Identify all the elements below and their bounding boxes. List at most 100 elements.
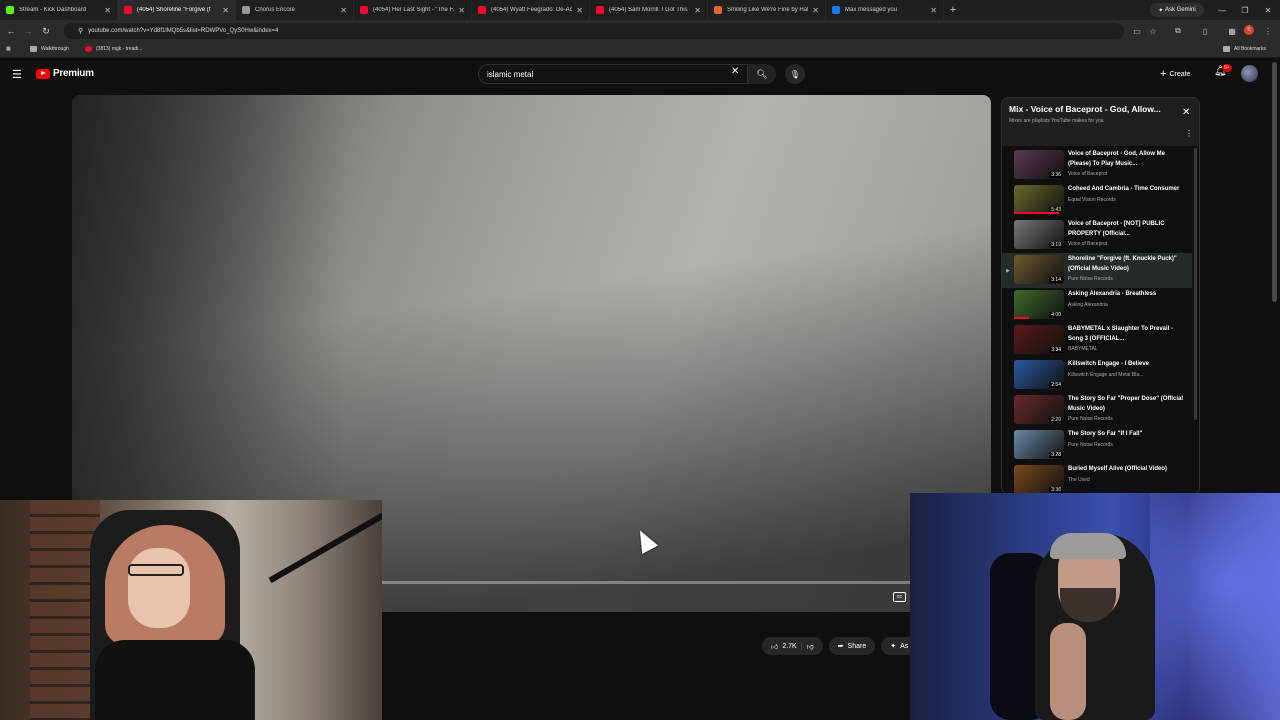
video-title[interactable]: Voice of Baceprot - God, Allow Me (Pleas…	[1068, 150, 1188, 169]
browser-tabstrip: Stream - Kick Dashboard ✕ (4054) Shoreline…	[0, 0, 1280, 20]
playlist-title[interactable]: Mix - Voice of Baceprot - God, Allow...	[1009, 104, 1179, 114]
thumbs-down-icon[interactable]: 👎︎	[807, 642, 814, 651]
channel-name: BABYMETAL	[1068, 346, 1098, 352]
captions-icon[interactable]: cc	[893, 592, 906, 602]
tab-close-icon[interactable]: ✕	[930, 6, 937, 15]
back-icon[interactable]: ←	[4, 24, 18, 38]
browser-tab[interactable]: Stream - Kick Dashboard ✕	[0, 0, 118, 20]
share-button[interactable]: ➦ Share	[828, 637, 876, 655]
video-thumbnail[interactable]: 3:28	[1014, 430, 1064, 459]
voice-search-button[interactable]: 🎙︎	[785, 64, 805, 84]
avatar[interactable]	[1241, 65, 1258, 82]
bookmark-star-icon[interactable]: ☆	[1147, 25, 1159, 37]
search-button[interactable]: 🔍︎	[748, 64, 776, 84]
new-tab-icon[interactable]: +	[944, 4, 962, 16]
minimize-icon[interactable]: —	[1211, 0, 1233, 20]
browser-tab[interactable]: (4054) Shoreline "Forgive (f ✕	[118, 0, 236, 20]
maximize-icon[interactable]: ❐	[1234, 0, 1256, 20]
video-title[interactable]: Coheed And Cambria - Time Consumer	[1068, 185, 1188, 195]
tab-close-icon[interactable]: ✕	[812, 6, 819, 15]
video-thumbnail[interactable]: 3:36	[1014, 150, 1064, 179]
close-window-icon[interactable]: ✕	[1257, 0, 1279, 20]
menu-tabs-icon[interactable]: ▦	[1226, 25, 1238, 37]
profile-icon[interactable]: 6	[1244, 25, 1254, 35]
kebab-menu-icon[interactable]: ⋮	[1262, 25, 1274, 37]
close-icon[interactable]: ✕	[1182, 107, 1190, 118]
youtube-premium-logo[interactable]: Premium	[36, 68, 94, 79]
more-options-icon[interactable]: ⋮	[1185, 129, 1193, 138]
video-title[interactable]: Shoreline "Forgive (ft. Knuckle Puck)" (…	[1068, 255, 1188, 274]
browser-tab[interactable]: Chorus Encore ✕	[236, 0, 354, 20]
channel-name: Voice of Baceprot	[1068, 241, 1108, 247]
bookmark-mgk[interactable]: (3813) mgk - treadi...	[85, 46, 142, 52]
video-title[interactable]: Killswitch Engage - I Believe	[1068, 360, 1188, 370]
video-title[interactable]: Buried Myself Alive (Official Video)	[1068, 465, 1188, 475]
bookmarks-bar: ▦ Walkthrough (3813) mgk - treadi... All…	[0, 42, 1280, 58]
sidepanel-icon[interactable]: ▯	[1199, 25, 1211, 37]
video-thumbnail[interactable]: 4:00	[1014, 290, 1064, 319]
playlist-item[interactable]: 2:54 Killswitch Engage - I Believe Killswi…	[1002, 358, 1192, 393]
extensions-icon[interactable]: ⧉	[1172, 25, 1184, 37]
video-thumbnail[interactable]: 3:36	[1014, 465, 1064, 494]
video-thumbnail[interactable]: 5:43	[1014, 185, 1064, 214]
plus-icon: +	[1160, 68, 1167, 80]
video-thumbnail[interactable]: 3:34	[1014, 325, 1064, 354]
apps-icon[interactable]: ▦	[6, 46, 11, 52]
bookmark-walkthrough[interactable]: Walkthrough	[30, 46, 69, 52]
playlist-item[interactable]: 5:43 Coheed And Cambria - Time Consumer Eq…	[1002, 183, 1192, 218]
folder-icon	[30, 46, 37, 52]
playlist-item[interactable]: ▶ 3:14 Shoreline "Forgive (ft. Knuckle Puc…	[1002, 253, 1192, 288]
duration-badge: 3:14	[1049, 277, 1063, 283]
playlist-item[interactable]: 3:36 Voice of Baceprot - God, Allow Me (P…	[1002, 148, 1192, 183]
ask-gemini-button[interactable]: ✦ Ask Gemini	[1150, 3, 1204, 17]
video-title[interactable]: Asking Alexandria - Breathless	[1068, 290, 1188, 300]
reload-icon[interactable]: ↻	[39, 24, 53, 38]
youtube-header: ☰ Premium islamic metal ✕ 🔍︎ 🎙︎ + Create …	[0, 58, 1280, 92]
video-title[interactable]: The Story So Far "If I Fall"	[1068, 430, 1188, 440]
browser-tab[interactable]: Smiling Like We're Fine by Hal ✕	[708, 0, 826, 20]
cast-icon[interactable]: ▭	[1131, 25, 1143, 37]
tab-close-icon[interactable]: ✕	[458, 6, 465, 15]
action-buttons: 👍︎ 2.7K | 👎︎ ➦ Share ✦ As	[762, 637, 918, 657]
video-title[interactable]: The Story So Far "Proper Dose" (Official…	[1068, 395, 1188, 414]
browser-tab[interactable]: Max messaged you ✕	[826, 0, 944, 20]
playlist-item[interactable]: 3:19 Voice of Baceprot - [NOT] PUBLIC PRO…	[1002, 218, 1192, 253]
video-thumbnail[interactable]: 2:20	[1014, 395, 1064, 424]
tab-close-icon[interactable]: ✕	[576, 6, 583, 15]
playlist-item[interactable]: 3:34 BABYMETAL x Slaughter To Prevail - S…	[1002, 323, 1192, 358]
playlist-item[interactable]: 3:28 The Story So Far "If I Fall" Pure Noi…	[1002, 428, 1192, 463]
all-bookmarks[interactable]: All Bookmarks	[1223, 46, 1266, 52]
tab-label: (4054) Wyatt Feegrado: De-Acc	[491, 7, 573, 13]
page-scrollbar[interactable]	[1272, 62, 1277, 302]
duration-badge: 3:28	[1049, 452, 1063, 458]
mic-arm	[268, 502, 382, 584]
tab-close-icon[interactable]: ✕	[694, 6, 701, 15]
playlist-item[interactable]: 2:20 The Story So Far "Proper Dose" (Offi…	[1002, 393, 1192, 428]
clear-search-icon[interactable]: ✕	[731, 66, 739, 77]
playlist-item[interactable]: 4:00 Asking Alexandria - Breathless Asking…	[1002, 288, 1192, 323]
browser-tab[interactable]: (4054) Wyatt Feegrado: De-Acc ✕	[472, 0, 590, 20]
playlist-subtitle: Mixes are playlists YouTube makes for yo…	[1009, 118, 1104, 124]
video-title[interactable]: Voice of Baceprot - [NOT] PUBLIC PROPERT…	[1068, 220, 1188, 239]
browser-tab[interactable]: (4054) Sam Morrill: I Got This - ✕	[590, 0, 708, 20]
search-input[interactable]: islamic metal	[478, 64, 748, 84]
address-bar-row: ← → ↻ ⚲ youtube.com/watch?v=Yd8f1lMQb5s&l…	[0, 20, 1280, 42]
tab-close-icon[interactable]: ✕	[104, 6, 111, 15]
playlist-scrollbar[interactable]	[1194, 148, 1197, 420]
video-title[interactable]: BABYMETAL x Slaughter To Prevail - Song …	[1068, 325, 1188, 344]
like-button[interactable]: 👍︎ 2.7K | 👎︎	[762, 637, 823, 655]
video-thumbnail[interactable]: 2:54	[1014, 360, 1064, 389]
playlist-item[interactable]: 3:36 Buried Myself Alive (Official Video)…	[1002, 463, 1192, 494]
tab-close-icon[interactable]: ✕	[340, 6, 347, 15]
video-thumbnail[interactable]: 3:19	[1014, 220, 1064, 249]
hamburger-menu-icon[interactable]: ☰	[12, 68, 24, 81]
video-thumbnail[interactable]: 3:14	[1014, 255, 1064, 284]
playing-indicator-icon	[1002, 323, 1014, 358]
all-bookmarks-label: All Bookmarks	[1234, 46, 1266, 52]
tab-close-icon[interactable]: ✕	[222, 6, 229, 15]
forward-icon[interactable]: →	[21, 24, 35, 38]
url-input[interactable]: ⚲ youtube.com/watch?v=Yd8f1lMQb5s&list=RD…	[64, 23, 1124, 39]
create-button[interactable]: + Create	[1160, 66, 1190, 82]
person-face	[128, 548, 190, 628]
browser-tab[interactable]: (4054) Her Last Sight - "The Fal ✕	[354, 0, 472, 20]
